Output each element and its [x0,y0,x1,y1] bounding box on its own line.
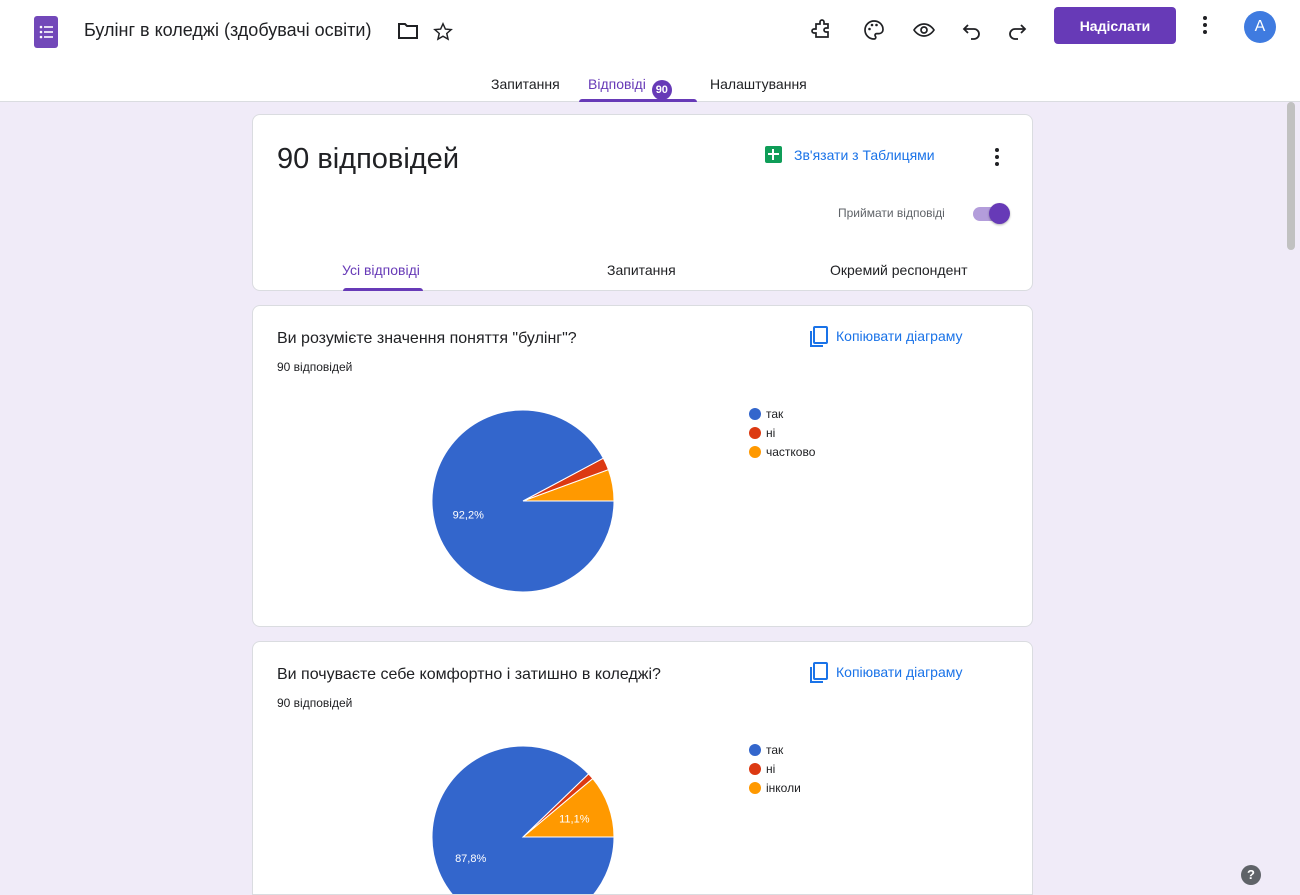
folder-icon[interactable] [397,22,419,40]
legend-label: так [766,407,784,421]
legend-item: інколи [749,781,801,800]
chart-legend: так ні частково [749,407,815,464]
more-vert-icon[interactable] [1202,14,1208,36]
sheets-icon [765,146,782,163]
responses-summary-card: 90 відповідей Зв'язати з Таблицями Прийм… [252,114,1033,291]
tab-settings[interactable]: Налаштування [710,76,807,92]
active-tab-indicator [579,99,697,102]
more-vert-icon[interactable] [994,147,1000,167]
tab-questions[interactable]: Запитання [491,76,560,92]
legend-item: так [749,407,815,426]
chart-legend: так ні інколи [749,743,801,800]
pie-data-label: 92,2% [453,510,484,522]
tab-individual[interactable]: Окремий респондент [830,262,968,278]
legend-item: частково [749,445,815,464]
tab-responses[interactable]: Відповіді 90 [588,76,672,100]
help-icon[interactable]: ? [1241,865,1261,885]
scrollbar[interactable] [1286,102,1300,895]
link-to-sheets-button[interactable]: Зв'язати з Таблицями [765,146,935,163]
main-tabs: Запитання Відповіді 90 Налаштування [0,68,1300,102]
form-title[interactable]: Булінг в коледжі (здобувачі освіти) [84,20,371,41]
avatar[interactable]: A [1244,11,1276,43]
legend-label: частково [766,445,816,459]
preview-eye-icon[interactable] [912,18,936,42]
tab-question[interactable]: Запитання [607,262,676,278]
addon-puzzle-icon[interactable] [810,18,834,42]
legend-item: ні [749,426,815,445]
scroll-thumb[interactable] [1287,102,1295,250]
pie-chart: 92,2% [431,409,615,593]
accept-responses-toggle[interactable] [971,203,1011,225]
accept-responses-label: Приймати відповіді [838,206,945,220]
responses-count-badge: 90 [651,80,672,100]
legend-label: ні [766,762,776,776]
question-card: Ви розумієте значення поняття "булінг"? … [252,305,1033,627]
redo-icon[interactable] [1005,18,1029,42]
star-icon[interactable] [432,21,454,43]
question-card: Ви почуваєте себе комфортно і затишно в … [252,641,1033,895]
pie-chart: 11,1% 87,8% [431,745,615,894]
active-subtab-indicator [343,288,423,291]
palette-icon[interactable] [862,18,886,42]
toggle-knob [989,203,1010,224]
legend-swatch [749,408,761,420]
pie-slice-так[interactable] [431,409,615,593]
legend-label: так [766,743,784,757]
send-button[interactable]: Надіслати [1054,7,1176,44]
responses-count-title: 90 відповідей [277,143,460,175]
pie-data-label: 87,8% [455,853,486,865]
pie-data-label: 11,1% [559,813,590,825]
legend-item: так [749,743,801,762]
top-bar: Булінг в коледжі (здобувачі освіти) Наді… [0,0,1300,102]
tab-summary[interactable]: Усі відповіді [342,262,420,278]
forms-logo-icon[interactable] [34,16,58,48]
legend-swatch [749,427,761,439]
legend-swatch [749,446,761,458]
legend-label: ні [766,426,776,440]
legend-swatch [749,763,761,775]
legend-swatch [749,744,761,756]
legend-label: інколи [766,781,801,795]
legend-swatch [749,782,761,794]
undo-icon[interactable] [960,18,984,42]
legend-item: ні [749,762,801,781]
